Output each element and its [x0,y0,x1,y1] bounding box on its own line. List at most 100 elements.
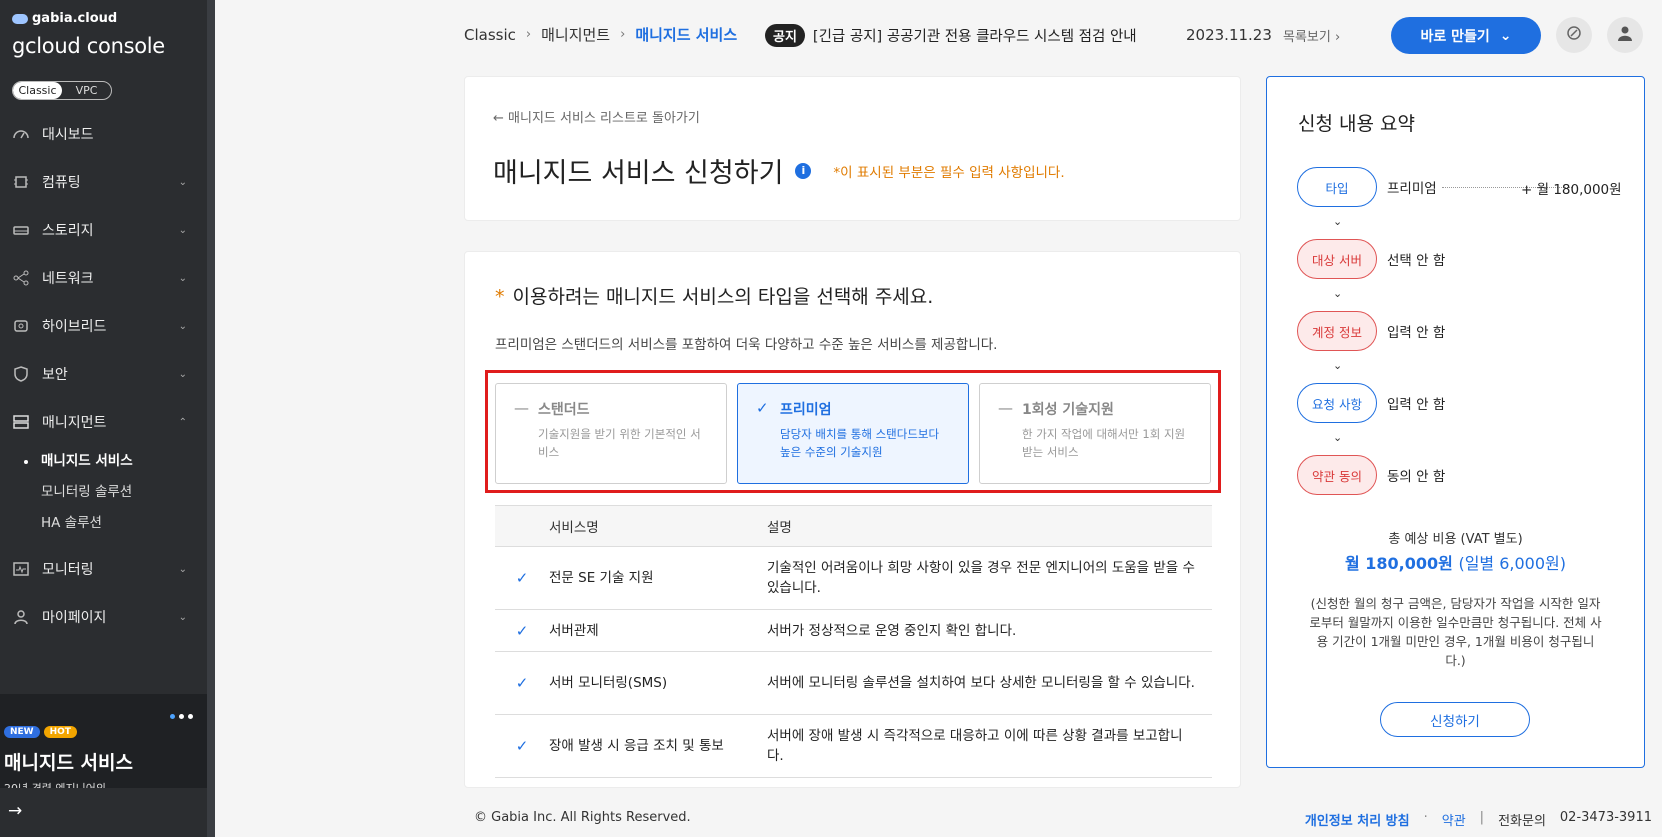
brand-logo[interactable]: gabia.cloud [12,11,117,26]
arrow-left-icon: ← [493,111,504,126]
sidebar-item-security[interactable]: 보안 ⌄ [0,350,207,398]
notice-date: 2023.11.23 [1186,26,1272,44]
toggle-classic[interactable]: Classic [13,82,62,99]
management-subnav: 매니지드 서비스 모니터링 솔루션 HA 솔루션 [0,446,207,545]
terms-link[interactable]: 약관 [1442,810,1466,829]
cpu-icon [12,173,30,191]
sidebar-item-label: 매니지먼트 [42,415,107,431]
title-card: ← 매니지드 서비스 리스트로 돌아가기 매니지드 서비스 신청하기 i *이 … [464,76,1241,221]
sidebar-item-network[interactable]: 네트워크 ⌄ [0,254,207,302]
info-icon[interactable]: i [795,162,812,179]
type-option-premium[interactable]: ✓ 프리미엄 담당자 배치를 통해 스탠다드보다 높은 수준의 기술지원 [737,383,969,484]
separator: | [1479,810,1485,825]
sidebar-item-management[interactable]: 매니지먼트 ⌃ [0,398,207,446]
subnav-ha-solution[interactable]: HA 솔루션 [0,508,207,539]
quick-create-button[interactable]: 바로 만들기 ⌄ [1391,17,1541,54]
sidebar-item-dashboard[interactable]: 대시보드 [0,110,207,158]
section-title-text: 이용하려는 매니지드 서비스의 타입을 선택해 주세요. [512,286,934,308]
promo-banner[interactable]: NEW HOT 매니지드 서비스 20년 경력 엔지니어의 [0,694,207,788]
sidebar-item-monitoring[interactable]: 모니터링 ⌄ [0,545,207,593]
step-pill[interactable]: 요청 사항 [1297,383,1377,423]
summary-step-terms[interactable]: 약관 동의 동의 안 함 [1297,455,1445,495]
total-label: 총 예상 비용 (VAT 별도) [1388,532,1523,547]
copyright: © Gabia Inc. All Rights Reserved. [474,810,691,825]
service-name: 서버관제 [549,609,767,652]
type-option-desc: 기술지원을 받기 위한 기본적인 서비스 [538,427,701,459]
chevron-down-icon: ⌄ [1499,27,1512,44]
step-pill[interactable]: 계정 정보 [1297,311,1377,351]
sidebar: gabia.cloud gcloud console Classic VPC 대… [0,0,207,837]
sidebar-item-label: 마이페이지 [42,610,107,626]
apply-button[interactable]: 신청하기 [1380,702,1530,737]
section-desc: 프리미엄은 스탠더드의 서비스를 포함하여 더욱 다양하고 수준 높은 서비스를… [495,337,998,353]
console-title[interactable]: gcloud console [12,34,165,58]
cloud-icon [12,13,28,24]
type-option-onetime[interactable]: — 1회성 기술지원 한 가지 작업에 대해서만 1회 지원 받는 서비스 [979,383,1211,484]
check-icon: ✓ [495,546,549,610]
privacy-link[interactable]: 개인정보 처리 방침 [1305,810,1410,829]
service-name: 전문 SE 기술 지원 [549,546,767,610]
check-icon: ✓ [495,714,549,778]
notice-bar[interactable]: 공지 [긴급 공지] 공공기관 전용 클라우드 시스템 점검 안내 [765,24,1137,47]
check-icon: ✓ [495,609,549,652]
sidebar-collapse-button[interactable]: → [0,788,207,837]
storage-icon [12,221,30,239]
step-pill[interactable]: 대상 서버 [1297,239,1377,279]
separator: · [1423,810,1428,825]
sidebar-item-computing[interactable]: 컴퓨팅 ⌄ [0,158,207,206]
chevron-down-icon: ⌄ [1333,287,1343,300]
chevron-up-icon: ⌃ [178,416,187,428]
sidebar-item-label: 모니터링 [42,562,94,578]
service-desc: 기술적인 어려움이나 희망 사항이 있을 경우 전문 엔지니어의 도움을 받을 … [767,546,1212,610]
sidebar-item-mypage[interactable]: 마이페이지 ⌄ [0,593,207,641]
page-title: 매니지드 서비스 신청하기 [493,158,784,189]
table-row: ✓ 서버관제 서버가 정상적으로 운영 중인지 확인 합니다. [495,609,1212,652]
promo-subtitle: 20년 경력 엔지니어의 [4,780,106,788]
subnav-managed-service[interactable]: 매니지드 서비스 [0,446,207,477]
type-option-name: 프리미엄 [780,402,832,418]
sidebar-item-storage[interactable]: 스토리지 ⌄ [0,206,207,254]
summary-step-type[interactable]: 타입 프리미엄 [1297,167,1437,207]
breadcrumb-classic[interactable]: Classic [464,26,516,44]
service-name: 장애 발생 시 응급 조치 및 통보 [549,714,767,778]
summary-step-request[interactable]: 요청 사항 입력 안 함 [1297,383,1445,423]
table-header-row: 서비스명 설명 [495,505,1212,547]
dashboard-icon [12,125,30,143]
table-row: ✓ 서버 모니터링(SMS) 서버에 모니터링 솔루션을 설치하여 보다 상세한… [495,651,1212,715]
carousel-dots[interactable] [170,714,193,719]
chevron-down-icon: ⌄ [1333,215,1343,228]
step-value: 입력 안 함 [1387,397,1446,413]
sidebar-item-hybrid[interactable]: 하이브리드 ⌄ [0,302,207,350]
section-title: * 이용하려는 매니지드 서비스의 타입을 선택해 주세요. [495,282,933,309]
classic-vpc-toggle[interactable]: Classic VPC [12,81,112,100]
profile-button[interactable] [1607,17,1643,53]
chevron-right-icon: › [1334,30,1341,45]
sidebar-item-label: 대시보드 [42,127,94,143]
promo-title: 매니지드 서비스 [4,752,133,774]
chevron-down-icon: ⌄ [178,368,187,380]
summary-step-account[interactable]: 계정 정보 입력 안 함 [1297,311,1445,351]
check-icon: ✓ [495,651,549,715]
type-option-standard[interactable]: — 스탠더드 기술지원을 받기 위한 기본적인 서비스 [495,383,727,484]
user-icon [12,608,30,626]
total-price-row: 월 180,000원 (일별 6,000원) [1267,550,1644,574]
notice-text[interactable]: [긴급 공지] 공공기관 전용 클라우드 시스템 점검 안내 [813,25,1137,46]
back-to-list-link[interactable]: ← 매니지드 서비스 리스트로 돌아가기 [493,107,700,126]
step-pill[interactable]: 타입 [1297,167,1377,207]
table-row: ✓ 장애 발생 시 응급 조치 및 통보 서버에 장애 발생 시 즉각적으로 대… [495,714,1212,778]
page-title-row: 매니지드 서비스 신청하기 i *이 표시된 부분은 필수 입력 사항입니다. [493,151,1065,190]
summary-step-server[interactable]: 대상 서버 선택 안 함 [1297,239,1445,279]
step-pill[interactable]: 약관 동의 [1297,455,1377,495]
subnav-monitoring-solution[interactable]: 모니터링 솔루션 [0,477,207,508]
service-name: 서버 모니터링(SMS) [549,651,767,715]
notice-tag: 공지 [765,24,805,47]
chat-button[interactable] [1556,17,1592,53]
footer: © Gabia Inc. All Rights Reserved. 개인정보 처… [215,788,1662,837]
chevron-down-icon: ⌄ [1333,431,1343,444]
breadcrumb-management[interactable]: 매니지먼트 [541,24,610,45]
toggle-vpc[interactable]: VPC [62,82,111,99]
network-icon [12,269,30,287]
back-to-list-label: 매니지드 서비스 리스트로 돌아가기 [508,111,700,126]
notice-list-link[interactable]: 목록보기 › [1283,26,1340,45]
breadcrumb-current[interactable]: 매니지드 서비스 [635,24,737,45]
